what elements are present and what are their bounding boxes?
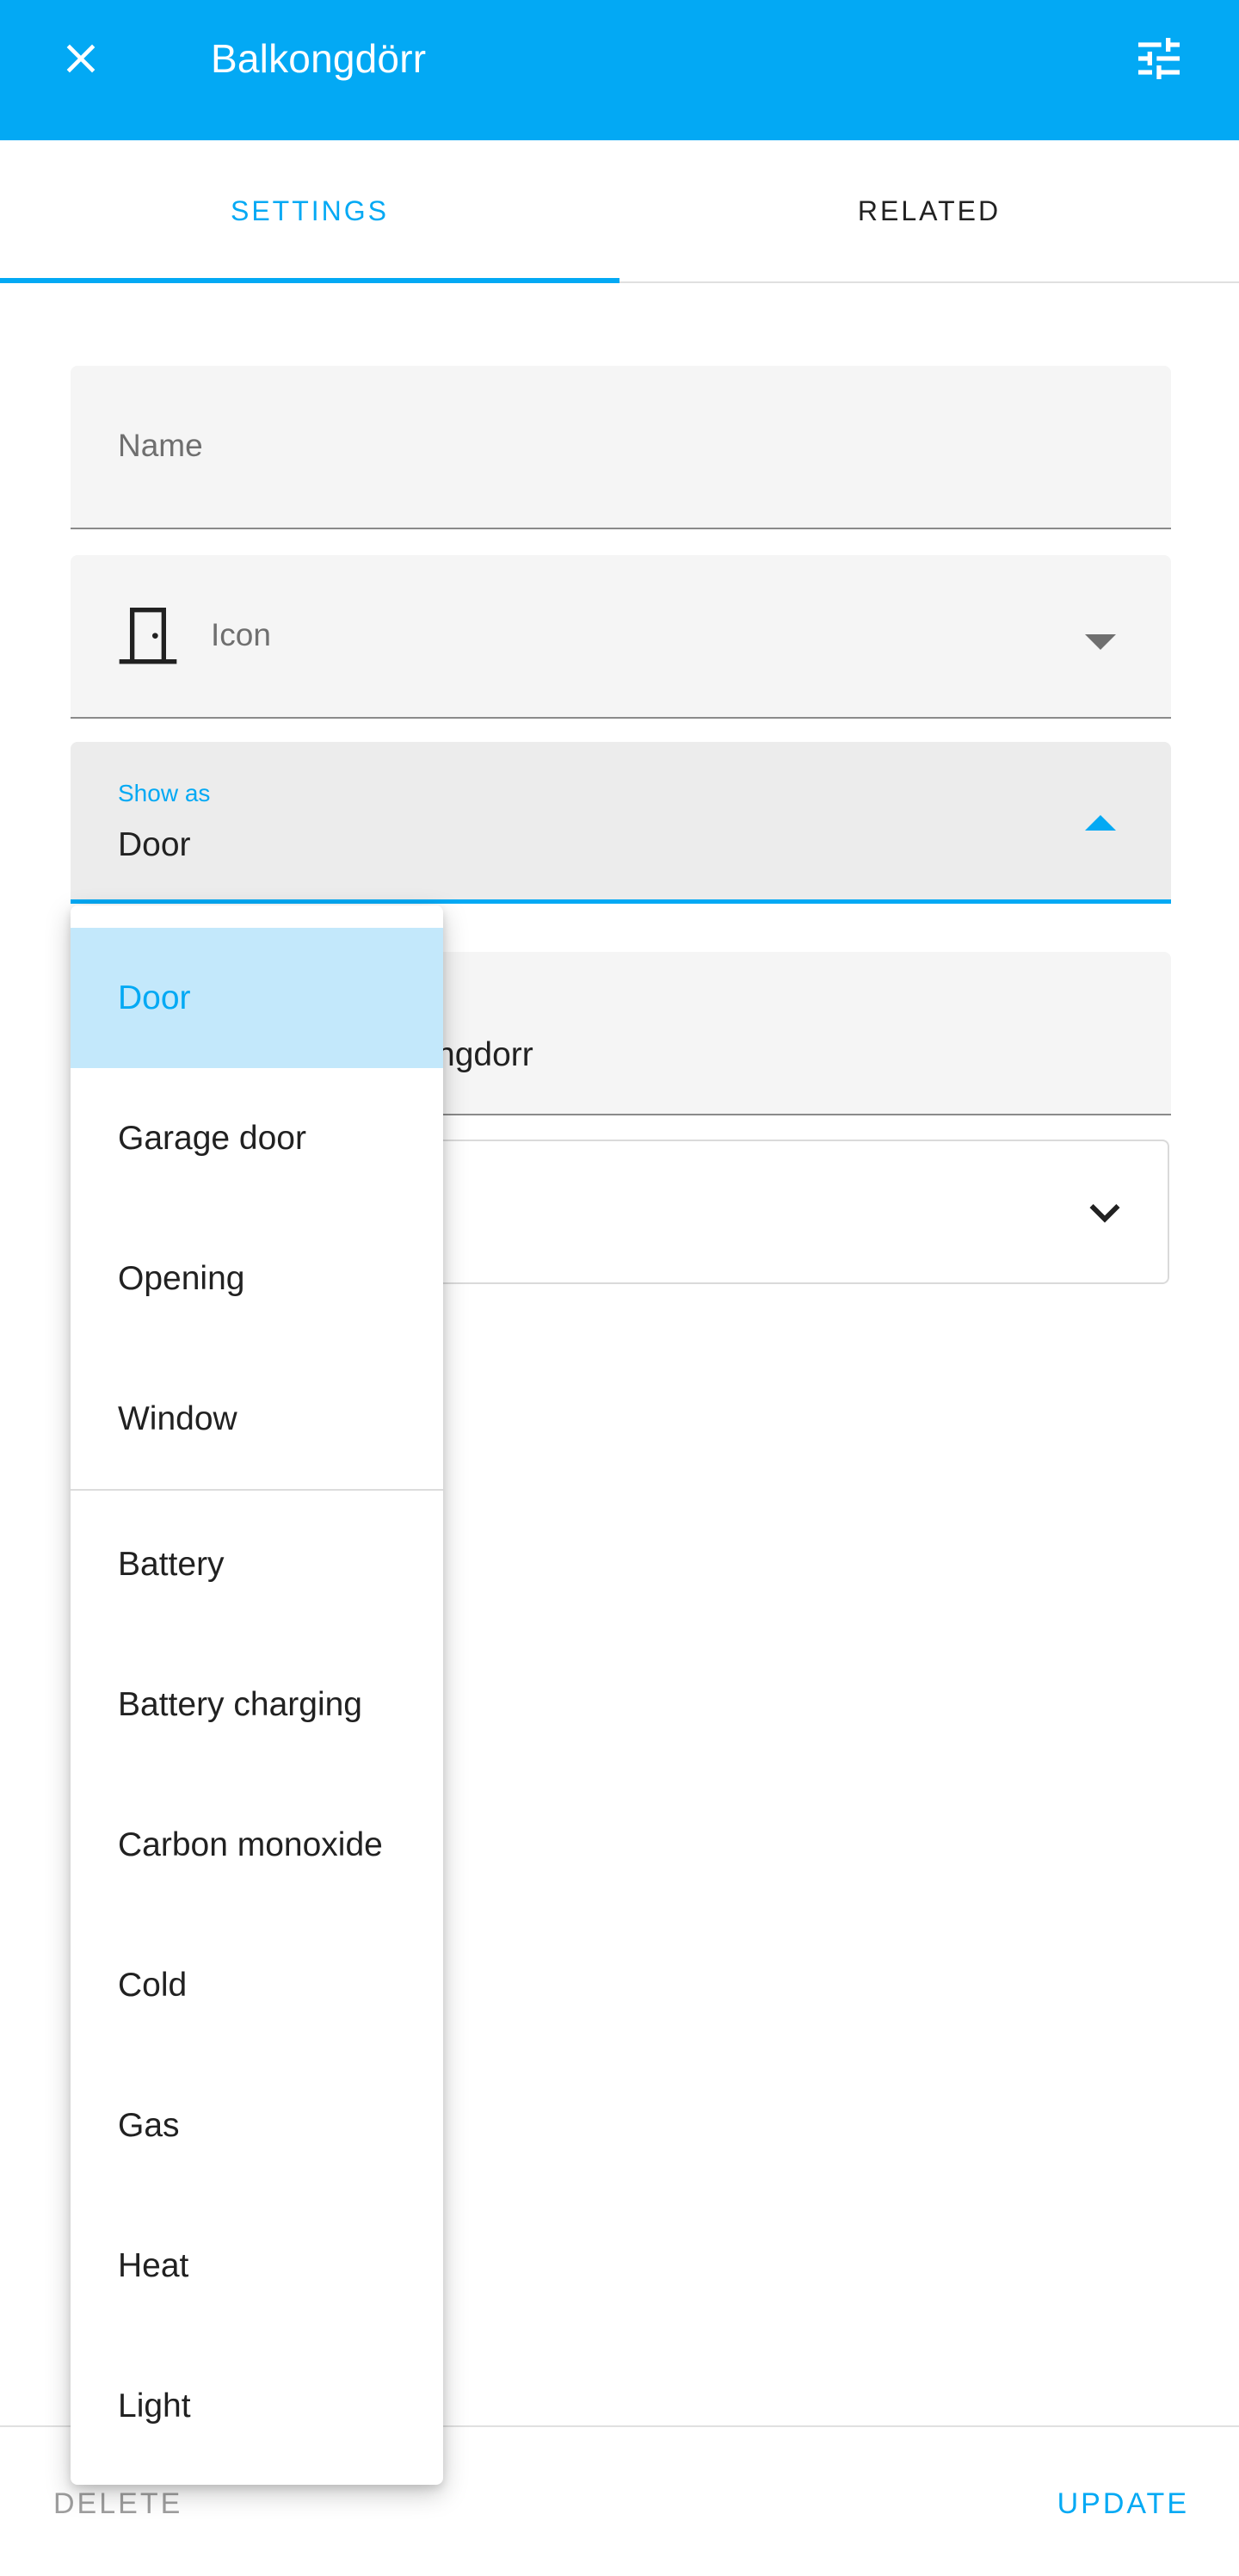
dropdown-arrow-up-icon[interactable] — [1085, 815, 1116, 831]
update-button[interactable]: UPDATE — [1057, 2487, 1189, 2521]
advanced-settings-button[interactable] — [1123, 22, 1195, 95]
menu-item-heat[interactable]: Heat — [71, 2196, 443, 2336]
menu-item-battery[interactable]: Battery — [71, 1494, 443, 1634]
tab-bar: SETTINGS RELATED — [0, 140, 1239, 283]
show-as-menu: Door Garage door Opening Window Battery … — [71, 905, 443, 2485]
icon-picker-field[interactable]: Icon — [71, 555, 1171, 719]
menu-item-opening[interactable]: Opening — [71, 1208, 443, 1349]
name-placeholder: Name — [118, 428, 203, 463]
menu-item-door[interactable]: Door — [71, 928, 443, 1068]
menu-item-gas[interactable]: Gas — [71, 2055, 443, 2196]
tune-icon — [1138, 38, 1180, 79]
app-bar: Balkongdörr — [0, 0, 1239, 140]
door-icon — [119, 608, 177, 664]
menu-item-light[interactable]: Light — [71, 2336, 443, 2476]
tab-related[interactable]: RELATED — [620, 140, 1239, 281]
dropdown-arrow-icon[interactable] — [1085, 634, 1116, 650]
name-field[interactable]: Name — [71, 366, 1171, 529]
dialog: Balkongdörr SETTINGS RELATED Name Icon S… — [0, 0, 1239, 2576]
icon-placeholder: Icon — [211, 617, 271, 652]
menu-item-carbon-monoxide[interactable]: Carbon monoxide — [71, 1775, 443, 1915]
show-as-select[interactable]: Show as Door — [71, 742, 1171, 904]
menu-item-window[interactable]: Window — [71, 1349, 443, 1489]
entity-id-value: ngdorr — [436, 1036, 533, 1073]
menu-item-cold[interactable]: Cold — [71, 1915, 443, 2055]
menu-item-garage-door[interactable]: Garage door — [71, 1068, 443, 1208]
show-as-value: Door — [118, 826, 191, 863]
chevron-down-icon — [1089, 1204, 1120, 1223]
delete-button[interactable]: DELETE — [53, 2487, 182, 2521]
close-button[interactable] — [45, 22, 117, 95]
dialog-title: Balkongdörr — [211, 36, 427, 81]
show-as-label: Show as — [118, 780, 211, 806]
menu-item-battery-charging[interactable]: Battery charging — [71, 1634, 443, 1775]
tab-settings[interactable]: SETTINGS — [0, 140, 620, 283]
menu-divider — [71, 1489, 443, 1491]
close-icon — [66, 44, 96, 73]
